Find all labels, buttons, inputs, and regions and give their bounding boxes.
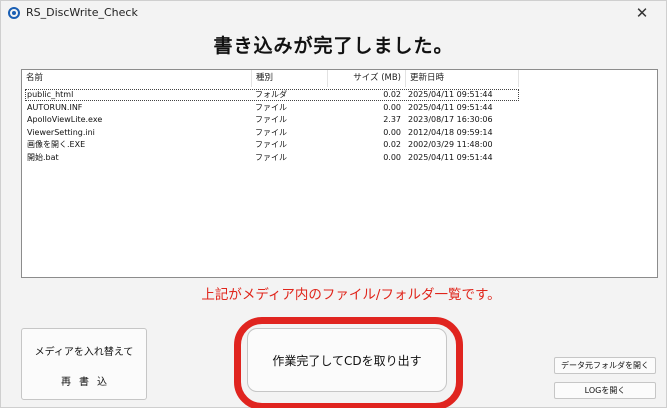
column-header-size[interactable]: サイズ (MB): [328, 70, 406, 87]
file-modified: 2002/03/29 11:48:00: [408, 140, 493, 149]
file-type: ファイル: [255, 152, 287, 162]
column-header-modified[interactable]: 更新日時: [406, 70, 519, 87]
file-type: ファイル: [255, 102, 287, 112]
file-size: 0.00: [383, 102, 401, 112]
completion-headline: 書き込みが完了しました。: [213, 35, 454, 57]
file-size: 0.00: [383, 152, 401, 162]
file-name: 画像を開く.EXE: [27, 140, 86, 149]
file-modified: 2025/04/11 09:51:44: [408, 102, 493, 112]
file-name: ViewerSetting.ini: [27, 127, 95, 137]
file-modified: 2025/04/11 09:51:44: [408, 90, 493, 99]
open-data-folder-button[interactable]: データ元フォルダを開く: [554, 357, 656, 374]
file-type: フォルダ: [255, 90, 287, 99]
file-name: AUTORUN.INF: [27, 102, 83, 112]
file-list-row[interactable]: public_html フォルダ 0.02 2025/04/11 09:51:44: [22, 89, 657, 102]
file-list[interactable]: 名前 種別 サイズ (MB) 更新日時 public_html フォルダ 0.02 2…: [21, 69, 658, 278]
open-log-button[interactable]: LOGを開く: [554, 382, 656, 399]
title-bar: RS_DiscWrite_Check ✕: [1, 1, 666, 27]
app-window: RS_DiscWrite_Check ✕ 書き込みが完了しました。 名前 種別 …: [0, 0, 667, 408]
file-type: ファイル: [255, 115, 287, 124]
file-list-row[interactable]: ApolloViewLite.exe ファイル 2.37 2023/08/17 16:…: [22, 114, 657, 127]
file-list-header: 名前 種別 サイズ (MB) 更新日時: [22, 70, 657, 87]
column-header-name[interactable]: 名前: [22, 70, 252, 87]
file-size: 0.02: [383, 90, 401, 99]
file-size: 0.02: [383, 140, 401, 149]
column-header-type[interactable]: 種別: [252, 70, 328, 87]
list-notice: 上記がメディア内のファイル/フォルダ一覧です。: [201, 287, 501, 303]
file-size: 0.00: [383, 127, 401, 137]
file-type: ファイル: [255, 140, 287, 149]
close-button[interactable]: ✕: [622, 1, 662, 27]
file-name: public_html: [27, 90, 74, 99]
disc-icon: [8, 7, 20, 19]
file-size: 2.37: [383, 115, 401, 124]
file-type: ファイル: [255, 127, 287, 137]
file-name: 開始.bat: [27, 152, 59, 162]
window-title: RS_DiscWrite_Check: [26, 6, 138, 19]
replace-button-label: メディアを入れ替えて: [34, 347, 134, 358]
finish-button-label: 作業完了してCDを取り出す: [272, 354, 422, 368]
replace-media-rewrite-button[interactable]: メディアを入れ替えて 再書込: [21, 328, 147, 400]
file-list-row[interactable]: 開始.bat ファイル 0.00 2025/04/11 09:51:44: [22, 152, 657, 165]
finish-eject-cd-button[interactable]: 作業完了してCDを取り出す: [247, 328, 447, 392]
file-list-row[interactable]: ViewerSetting.ini ファイル 0.00 2012/04/18 09:5…: [22, 127, 657, 140]
file-list-row[interactable]: 画像を開く.EXE ファイル 0.02 2002/03/29 11:48:00: [22, 139, 657, 152]
file-modified: 2023/08/17 16:30:06: [408, 115, 493, 124]
file-name: ApolloViewLite.exe: [27, 115, 103, 124]
file-list-row[interactable]: AUTORUN.INF ファイル 0.00 2025/04/11 09:51:44: [22, 102, 657, 115]
replace-button-sublabel: 再書込: [61, 377, 115, 388]
file-modified: 2012/04/18 09:59:14: [408, 127, 493, 137]
file-modified: 2025/04/11 09:51:44: [408, 152, 493, 162]
